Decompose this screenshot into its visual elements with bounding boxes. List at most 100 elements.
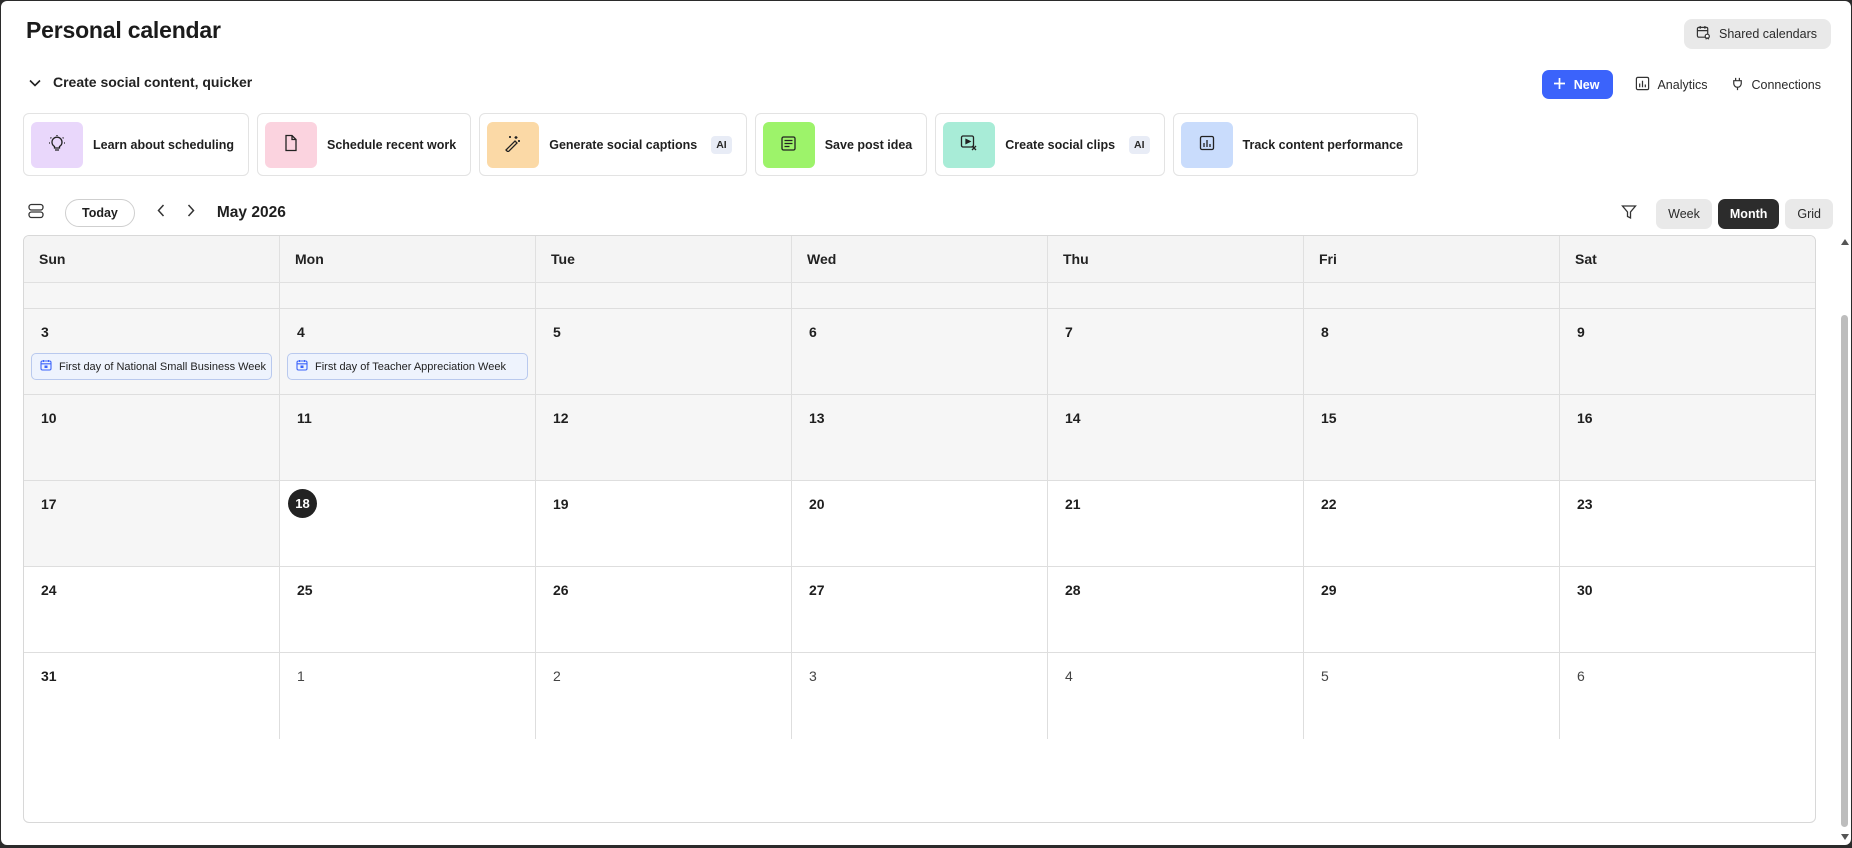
date-number: 24 <box>41 582 57 598</box>
day-cell[interactable]: 23 <box>1560 481 1815 566</box>
day-cell[interactable]: 4 <box>1048 653 1304 739</box>
weekday-header-sun: Sun <box>24 236 280 282</box>
date-number: 11 <box>297 410 312 426</box>
scrollbar-thumb[interactable] <box>1841 315 1848 827</box>
day-cell[interactable]: 13 <box>792 395 1048 480</box>
day-cell[interactable]: 19 <box>536 481 792 566</box>
day-cell[interactable] <box>792 283 1048 308</box>
today-button[interactable]: Today <box>65 199 135 227</box>
day-cell[interactable] <box>1560 283 1815 308</box>
date-number: 26 <box>553 582 569 598</box>
date-number: 30 <box>1577 582 1593 598</box>
day-cell[interactable]: 20 <box>792 481 1048 566</box>
connections-label: Connections <box>1751 77 1822 92</box>
day-cell[interactable]: 28 <box>1048 567 1304 652</box>
day-cell[interactable]: 15 <box>1304 395 1560 480</box>
date-number: 5 <box>553 324 561 340</box>
quick-action-cards: Learn about scheduling Schedule recent w… <box>23 113 1418 176</box>
view-month-button[interactable]: Month <box>1717 199 1780 229</box>
day-cell[interactable]: 6 <box>1560 653 1815 739</box>
view-week-button[interactable]: Week <box>1656 199 1712 229</box>
day-cell[interactable] <box>536 283 792 308</box>
day-cell[interactable]: 7 <box>1048 309 1304 394</box>
date-number: 2 <box>553 668 561 684</box>
day-cell[interactable]: 11 <box>280 395 536 480</box>
calendar-toolbar: Today May 2026 Week Month Grid <box>27 199 1833 229</box>
document-icon <box>283 134 299 155</box>
day-cell[interactable] <box>24 283 280 308</box>
vertical-scrollbar[interactable] <box>1837 235 1851 841</box>
day-cell[interactable]: 22 <box>1304 481 1560 566</box>
quick-action-generate-captions[interactable]: Generate social captions AI <box>479 113 747 176</box>
day-cell[interactable]: 17 <box>24 481 280 566</box>
event-chip[interactable]: First day of Teacher Appreciation Week <box>287 353 528 380</box>
chart-icon <box>1199 135 1215 154</box>
day-cell[interactable]: 12 <box>536 395 792 480</box>
filter-button[interactable] <box>1614 199 1644 229</box>
quick-action-schedule-recent-work[interactable]: Schedule recent work <box>257 113 472 176</box>
shared-calendars-button[interactable]: Shared calendars <box>1684 19 1831 49</box>
day-cell[interactable]: 21 <box>1048 481 1304 566</box>
weekday-header-fri: Fri <box>1304 236 1560 282</box>
day-cell[interactable]: 16 <box>1560 395 1815 480</box>
date-number: 4 <box>1065 668 1073 684</box>
day-cell[interactable]: 25 <box>280 567 536 652</box>
plus-icon <box>1553 77 1566 93</box>
date-number: 9 <box>1577 324 1585 340</box>
next-month-button[interactable] <box>179 199 203 227</box>
quick-action-learn-scheduling[interactable]: Learn about scheduling <box>23 113 249 176</box>
week-row: 10 11 12 13 14 15 16 <box>24 395 1815 481</box>
date-number: 4 <box>297 324 305 340</box>
view-grid-button[interactable]: Grid <box>1785 199 1833 229</box>
analytics-button[interactable]: Analytics <box>1635 76 1708 94</box>
day-cell[interactable]: 5 <box>1304 653 1560 739</box>
day-cell[interactable] <box>1304 283 1560 308</box>
date-number: 6 <box>809 324 817 340</box>
page-title: Personal calendar <box>26 17 221 43</box>
day-cell[interactable]: 2 <box>536 653 792 739</box>
prev-month-button[interactable] <box>149 199 173 227</box>
day-cell[interactable]: 24 <box>24 567 280 652</box>
date-number: 20 <box>809 496 825 512</box>
day-cell[interactable]: 4 First day of Teacher Appreciation Week <box>280 309 536 394</box>
day-cell[interactable] <box>1048 283 1304 308</box>
day-cell[interactable]: 3 <box>792 653 1048 739</box>
quick-action-create-social-clips[interactable]: Create social clips AI <box>935 113 1165 176</box>
connections-button[interactable]: Connections <box>1730 76 1822 94</box>
filter-icon <box>1621 204 1638 225</box>
quick-action-save-post-idea[interactable]: Save post idea <box>754 113 928 176</box>
scroll-down-arrow[interactable] <box>1840 833 1849 841</box>
calendar-body: 3 First day of National Small Business We… <box>24 283 1815 739</box>
day-cell[interactable] <box>280 283 536 308</box>
chevron-left-icon <box>157 204 165 222</box>
day-cell[interactable]: 31 <box>24 653 280 739</box>
day-cell[interactable]: 27 <box>792 567 1048 652</box>
event-chip[interactable]: First day of National Small Business Wee… <box>31 353 272 380</box>
qc-icon-bg-1 <box>265 121 317 168</box>
day-cell[interactable]: 29 <box>1304 567 1560 652</box>
day-cell[interactable]: 1 <box>280 653 536 739</box>
date-number: 23 <box>1577 496 1593 512</box>
quick-actions-toggle[interactable]: Create social content, quicker <box>29 74 252 90</box>
day-cell[interactable]: 30 <box>1560 567 1815 652</box>
day-cell[interactable]: 18 <box>280 481 536 566</box>
day-cell[interactable]: 6 <box>792 309 1048 394</box>
day-cell[interactable]: 26 <box>536 567 792 652</box>
chevron-right-icon <box>187 204 195 222</box>
quick-action-label: Track content performance <box>1242 137 1403 152</box>
day-cell[interactable]: 5 <box>536 309 792 394</box>
date-number: 16 <box>1577 410 1593 426</box>
day-cell[interactable]: 3 First day of National Small Business We… <box>24 309 280 394</box>
app-window: Personal calendar Shared calendars Creat… <box>1 1 1851 845</box>
day-cell[interactable]: 9 <box>1560 309 1815 394</box>
quick-action-track-performance[interactable]: Track content performance <box>1172 113 1418 176</box>
day-cell[interactable]: 14 <box>1048 395 1304 480</box>
new-button[interactable]: New <box>1541 70 1614 99</box>
day-cell[interactable]: 8 <box>1304 309 1560 394</box>
quick-action-label: Create social clips <box>1005 137 1116 152</box>
quick-action-label: Save post idea <box>824 137 913 152</box>
layout-toggle-icon[interactable] <box>27 203 45 224</box>
date-number: 29 <box>1321 582 1337 598</box>
day-cell[interactable]: 10 <box>24 395 280 480</box>
scroll-up-arrow[interactable] <box>1840 238 1849 246</box>
